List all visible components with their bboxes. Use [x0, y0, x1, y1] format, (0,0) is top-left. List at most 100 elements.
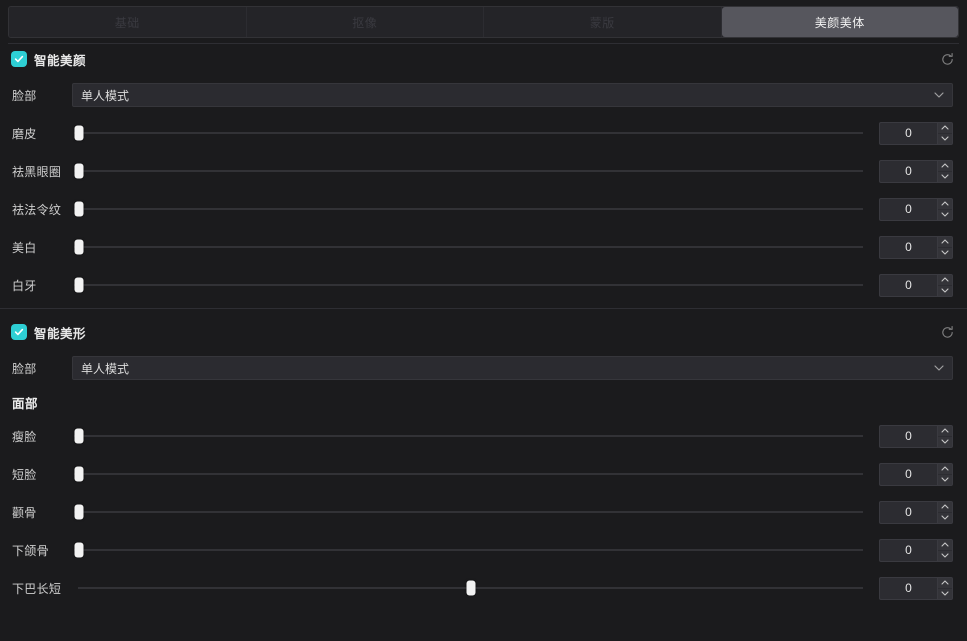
chevron-up-icon[interactable] — [938, 578, 952, 589]
slider-thumb[interactable] — [74, 504, 84, 520]
spinbox-slim-face-steppers — [937, 424, 953, 448]
spinbox-cheekbone[interactable]: 0 — [879, 500, 953, 524]
slider-thumb[interactable] — [74, 201, 84, 217]
chevron-up-icon[interactable] — [938, 502, 952, 513]
smart-reshape-checkbox[interactable] — [12, 325, 26, 339]
spinbox-nasolabial[interactable]: 0 — [879, 197, 953, 221]
tab-beauty[interactable]: 美颜美体 — [721, 7, 958, 37]
chevron-up-icon[interactable] — [938, 540, 952, 551]
chevron-up-icon[interactable] — [938, 426, 952, 437]
slider-thumb[interactable] — [74, 163, 84, 179]
slider-row-cheekbone: 颧骨 0 — [0, 493, 967, 531]
slider-thumb[interactable] — [74, 239, 84, 255]
spinbox-whitening[interactable]: 0 — [879, 235, 953, 259]
spinbox-teeth-whitening[interactable]: 0 — [879, 273, 953, 297]
tabbar: 基础 抠像 蒙版 美颜美体 — [8, 6, 959, 38]
spinbox-chin-length[interactable]: 0 — [879, 576, 953, 600]
smart-beauty-checkbox[interactable] — [12, 52, 26, 66]
slider-label-cheekbone: 颧骨 — [12, 505, 37, 520]
chevron-down-icon[interactable] — [938, 513, 952, 523]
spinbox-whitening-value[interactable]: 0 — [879, 235, 937, 259]
spinbox-mopi-steppers — [937, 121, 953, 145]
chevron-down-icon[interactable] — [938, 551, 952, 561]
spinbox-cheekbone-value[interactable]: 0 — [879, 500, 937, 524]
slider-track — [74, 246, 863, 248]
chevron-down-icon[interactable] — [938, 437, 952, 447]
slider-label-mopi: 磨皮 — [12, 126, 37, 141]
spinbox-mopi-value[interactable]: 0 — [879, 121, 937, 145]
slider-thumb[interactable] — [74, 428, 84, 444]
spinbox-dark-circles[interactable]: 0 — [879, 159, 953, 183]
reset-circle-icon — [941, 52, 953, 65]
spinbox-slim-face-value[interactable]: 0 — [879, 424, 937, 448]
tab-basic[interactable]: 基础 — [9, 7, 247, 37]
settings-scroll-area[interactable]: 智能美颜 脸部 单人模式 磨皮 0 祛黑眼圈 0 祛法令纹 0 美白 0 白牙 … — [0, 42, 967, 641]
section-smart-beauty: 智能美颜 脸部 单人模式 磨皮 0 祛黑眼圈 0 祛法令纹 0 美白 0 白牙 … — [0, 42, 967, 304]
spinbox-slim-face[interactable]: 0 — [879, 424, 953, 448]
spinbox-jawbone[interactable]: 0 — [879, 538, 953, 562]
slider-jawbone[interactable] — [74, 540, 863, 560]
smart-beauty-face-mode-select[interactable]: 单人模式 — [72, 83, 953, 107]
chevron-down-icon[interactable] — [938, 134, 952, 144]
chevron-down-icon[interactable] — [938, 475, 952, 485]
slider-nasolabial[interactable] — [74, 199, 863, 219]
spinbox-short-face[interactable]: 0 — [879, 462, 953, 486]
tab-mask-label: 蒙版 — [589, 15, 615, 30]
slider-thumb[interactable] — [74, 466, 84, 482]
slider-dark-circles[interactable] — [74, 161, 863, 181]
slider-thumb[interactable] — [74, 542, 84, 558]
slider-short-face[interactable] — [74, 464, 863, 484]
slider-chin-length[interactable] — [78, 578, 863, 598]
slider-mopi[interactable] — [74, 123, 863, 143]
slider-row-chin-length: 下巴长短 0 — [0, 569, 967, 607]
spinbox-jawbone-value[interactable]: 0 — [879, 538, 937, 562]
check-icon — [14, 328, 24, 336]
slider-slim-face[interactable] — [74, 426, 863, 446]
slider-label-jawbone: 下颌骨 — [12, 543, 49, 558]
slider-track — [74, 208, 863, 210]
spinbox-nasolabial-value[interactable]: 0 — [879, 197, 937, 221]
chevron-down-icon[interactable] — [938, 210, 952, 220]
reset-circle-icon — [941, 325, 953, 338]
section-smart-beauty-header: 智能美颜 — [0, 42, 967, 76]
smart-beauty-reset-button[interactable] — [937, 49, 957, 69]
chevron-up-icon[interactable] — [938, 161, 952, 172]
section-divider — [0, 308, 967, 309]
spinbox-teeth-whitening-steppers — [937, 273, 953, 297]
chevron-down-icon[interactable] — [938, 172, 952, 182]
tab-mask[interactable]: 蒙版 — [484, 7, 722, 37]
slider-whitening[interactable] — [74, 237, 863, 257]
smart-reshape-face-mode-select[interactable]: 单人模式 — [72, 356, 953, 380]
chevron-up-icon[interactable] — [938, 199, 952, 210]
slider-thumb[interactable] — [74, 125, 84, 141]
section-smart-reshape-title: 智能美形 — [34, 326, 87, 341]
chevron-up-icon[interactable] — [938, 237, 952, 248]
slider-cheekbone[interactable] — [74, 502, 863, 522]
spinbox-jawbone-steppers — [937, 538, 953, 562]
smart-reshape-reset-button[interactable] — [937, 322, 957, 342]
slider-thumb[interactable] — [74, 277, 84, 293]
slider-track — [74, 132, 863, 134]
section-smart-beauty-title: 智能美颜 — [34, 53, 87, 68]
spinbox-teeth-whitening-value[interactable]: 0 — [879, 273, 937, 297]
chevron-down-icon[interactable] — [938, 286, 952, 296]
slider-row-nasolabial: 祛法令纹 0 — [0, 190, 967, 228]
slider-row-dark-circles: 祛黑眼圈 0 — [0, 152, 967, 190]
spinbox-short-face-value[interactable]: 0 — [879, 462, 937, 486]
tab-chromakey[interactable]: 抠像 — [246, 7, 484, 37]
spinbox-short-face-steppers — [937, 462, 953, 486]
chevron-up-icon[interactable] — [938, 464, 952, 475]
spinbox-chin-length-value[interactable]: 0 — [879, 576, 937, 600]
smart-beauty-face-mode-value: 单人模式 — [81, 88, 130, 103]
chevron-up-icon[interactable] — [938, 123, 952, 134]
slider-teeth-whitening[interactable] — [74, 275, 863, 295]
chevron-up-icon[interactable] — [938, 275, 952, 286]
chevron-down-icon[interactable] — [938, 248, 952, 258]
slider-thumb[interactable] — [466, 580, 475, 596]
spinbox-dark-circles-value[interactable]: 0 — [879, 159, 937, 183]
spinbox-mopi[interactable]: 0 — [879, 121, 953, 145]
smart-reshape-face-mode-row: 脸部 单人模式 — [0, 349, 967, 387]
check-icon — [14, 55, 24, 63]
section-smart-reshape: 智能美形 脸部 单人模式 面部 瘦脸 0 短脸 0 颧骨 0 下颌骨 0 下巴长… — [0, 315, 967, 607]
chevron-down-icon[interactable] — [938, 589, 952, 599]
